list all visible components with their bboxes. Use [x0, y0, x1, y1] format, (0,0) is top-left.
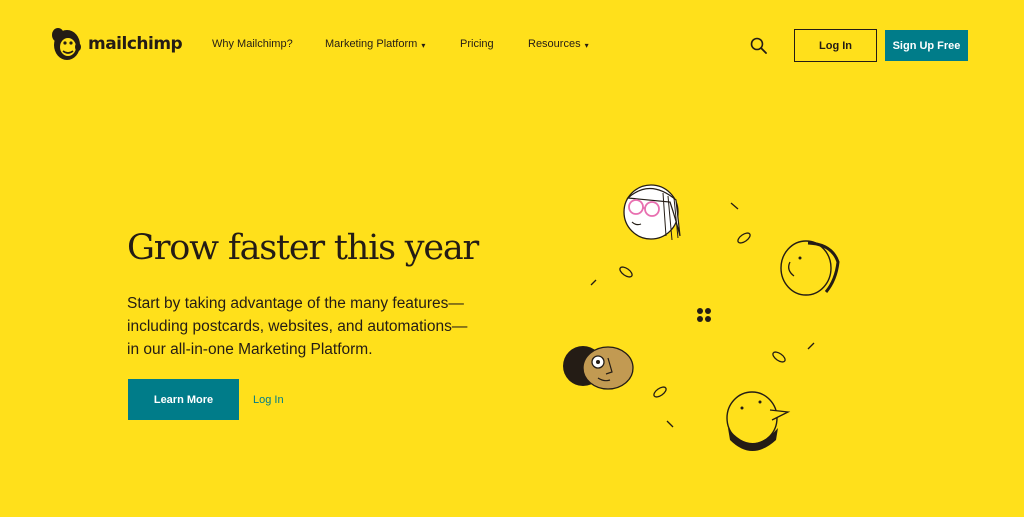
nav-why-mailchimp[interactable]: Why Mailchimp? — [212, 38, 293, 50]
signup-free-button[interactable]: Sign Up Free — [885, 30, 968, 61]
nav-pricing[interactable]: Pricing — [460, 38, 494, 50]
logo-wordmark: mailchimp — [88, 34, 183, 54]
hero-illustration — [563, 184, 840, 451]
hero-title: Grow faster this year — [127, 228, 479, 268]
hero-login-link[interactable]: Log In — [253, 394, 284, 406]
nav-label: Pricing — [460, 38, 494, 50]
chevron-down-icon: ▾ — [421, 40, 426, 50]
nav-label: Why Mailchimp? — [212, 38, 293, 50]
nav-marketing-platform[interactable]: Marketing Platform ▾ — [325, 38, 425, 50]
hero-description-line: including postcards, websites, and autom… — [127, 318, 468, 335]
bearded-face-illustration — [726, 391, 791, 451]
hero-description: Start by taking advantage of the many fe… — [127, 292, 517, 361]
face-with-glasses-illustration — [623, 184, 681, 241]
chevron-down-icon: ▾ — [584, 40, 589, 50]
center-clover-decoration — [697, 308, 711, 322]
learn-more-button[interactable]: Learn More — [128, 379, 239, 420]
hero-description-line: Start by taking advantage of the many fe… — [127, 295, 464, 312]
freddie-logo-icon — [52, 28, 81, 60]
nav-resources[interactable]: Resources ▾ — [528, 38, 589, 50]
profile-face-illustration — [780, 240, 840, 296]
search-button[interactable] — [749, 36, 769, 56]
curly-hair-face-illustration — [563, 346, 634, 390]
site-header: mailchimp Why Mailchimp? Marketing Platf… — [0, 0, 1024, 90]
hero-description-line: in our all-in-one Marketing Platform. — [127, 341, 373, 358]
nav-label: Marketing Platform — [325, 38, 418, 50]
floating-coins-decoration — [590, 202, 815, 428]
mailchimp-logo[interactable]: mailchimp — [50, 25, 183, 63]
nav-label: Resources — [528, 38, 581, 50]
header-login-button[interactable]: Log In — [794, 29, 877, 62]
search-icon — [750, 37, 767, 54]
